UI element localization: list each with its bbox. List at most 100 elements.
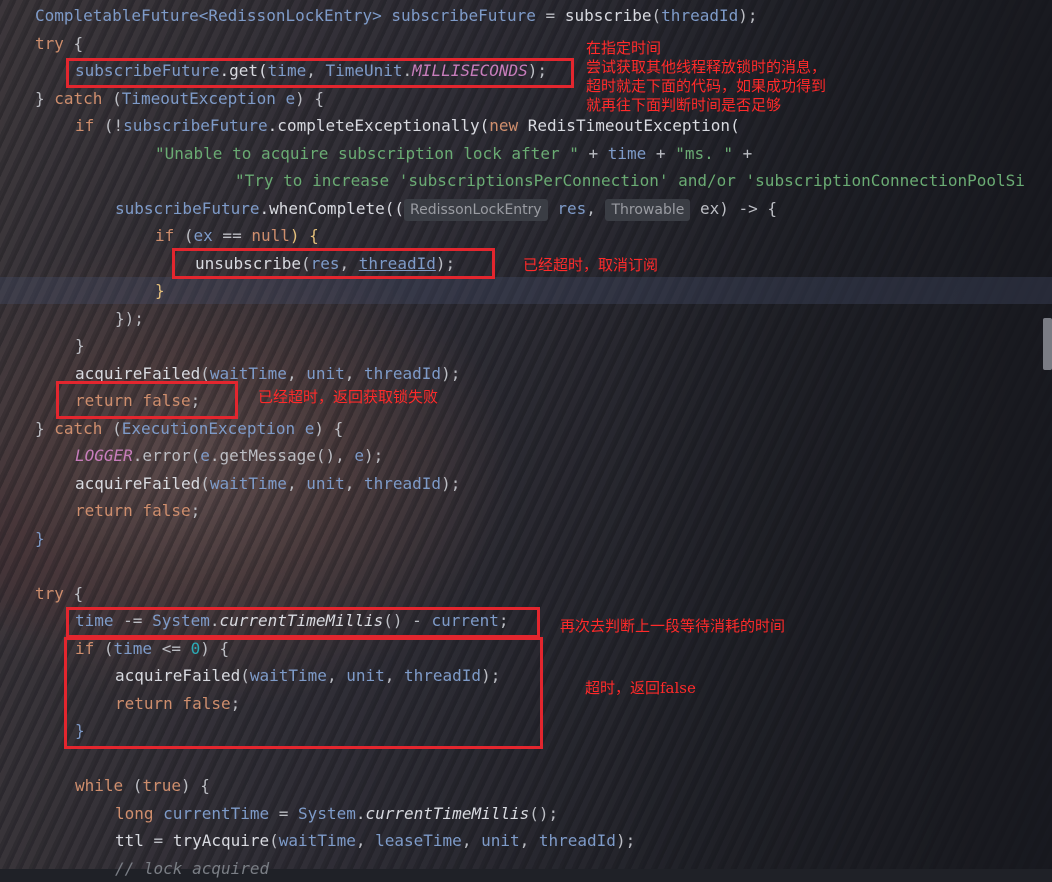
token: ) { (314, 419, 343, 438)
code-line: while (true) { (35, 772, 1052, 800)
token: acquireFailed (75, 364, 200, 383)
token: subscribeFuture (115, 199, 260, 218)
token: ); (738, 6, 757, 25)
token: , (287, 364, 306, 383)
token: ( (174, 226, 193, 245)
token: TimeoutException (122, 89, 276, 108)
token: catch (54, 89, 102, 108)
token: try (35, 584, 64, 603)
token: ) { (295, 89, 324, 108)
annotation-box-get-future (66, 58, 574, 88)
token: ( (123, 776, 142, 795)
token: ( (102, 89, 121, 108)
code-line: ttl = tryAcquire(waitTime, leaseTime, un… (35, 827, 1052, 855)
token: , (462, 831, 481, 850)
token: (); (529, 804, 558, 823)
token: unit (481, 831, 520, 850)
code-line: try { (35, 580, 1052, 608)
code-line (35, 552, 1052, 580)
token: } (35, 419, 54, 438)
token: null (251, 226, 290, 245)
token: e (305, 419, 315, 438)
token: e (354, 446, 364, 465)
token: new (489, 116, 518, 135)
code-editor[interactable]: CompletableFuture<RedissonLockEntry> sub… (35, 2, 1052, 882)
inlay-type-hint: Throwable (605, 199, 690, 221)
token: waitTime (210, 364, 287, 383)
token: ); (364, 446, 383, 465)
token: res (548, 199, 587, 218)
token: } (35, 529, 45, 548)
token: acquireFailed (75, 474, 200, 493)
code-line: }); (35, 305, 1052, 333)
token: try (35, 34, 64, 53)
token: threadId (364, 474, 441, 493)
token: catch (54, 419, 102, 438)
token: ( (269, 831, 279, 850)
token: ); (441, 364, 460, 383)
token: unit (306, 364, 345, 383)
token: System (298, 804, 356, 823)
token: tryAcquire (173, 831, 269, 850)
token: , (586, 199, 605, 218)
token: + (646, 144, 675, 163)
token: ttl (115, 831, 144, 850)
token: ) { (181, 776, 210, 795)
token: (! (94, 116, 123, 135)
token: unit (306, 474, 345, 493)
code-comment: // lock acquired (115, 859, 269, 878)
token: "ms. " (675, 144, 733, 163)
annotation-note-wait-message: 在指定时间 尝试获取其他线程释放锁时的消息， 超时就走下面的代码，如果成功得到 … (586, 39, 826, 115)
token: } (155, 281, 165, 300)
code-line: // lock acquired (35, 855, 1052, 882)
code-line: try { (35, 30, 1052, 58)
note-line: 超时就走下面的代码，如果成功得到 (586, 77, 826, 96)
token: = (144, 831, 173, 850)
token: currentTime (163, 804, 269, 823)
token: true (142, 776, 181, 795)
token: .completeExceptionally( (268, 116, 490, 135)
annotation-note-lock-failed: 已经超时，返回获取锁失败 (258, 388, 438, 407)
annotation-box-unsubscribe (172, 248, 495, 279)
token: ( (200, 474, 210, 493)
token: subscribeFuture (123, 116, 268, 135)
code-line: LOGGER.error(e.getMessage(), e); (35, 442, 1052, 470)
token: leaseTime (375, 831, 462, 850)
token: subscribe (565, 6, 652, 25)
annotation-note-time-check: 再次去判断上一段等待消耗的时间 (560, 617, 785, 636)
token: .getMessage(), (210, 446, 355, 465)
token: threadId (364, 364, 441, 383)
token: RedisTimeoutException( (518, 116, 740, 135)
token: .error( (133, 446, 200, 465)
token: "Unable to acquire subscription lock aft… (155, 144, 579, 163)
code-line: if (ex == null) { (35, 222, 1052, 250)
token: subscribeFuture (391, 6, 536, 25)
token: threadId (539, 831, 616, 850)
token: + (733, 144, 752, 163)
annotation-note-unsubscribe: 已经超时，取消订阅 (523, 256, 658, 275)
token: == (213, 226, 252, 245)
token: if (155, 226, 174, 245)
token: + (579, 144, 608, 163)
inlay-type-hint: RedissonLockEntry (404, 199, 548, 221)
token: if (75, 116, 94, 135)
token: ; (191, 501, 201, 520)
token: ); (616, 831, 635, 850)
token: threadId (661, 6, 738, 25)
token: ); (441, 474, 460, 493)
token: ex) -> { (690, 199, 777, 218)
token: , (345, 364, 364, 383)
token (154, 804, 164, 823)
note-line: 在指定时间 (586, 39, 826, 58)
annotation-note-timeout-false: 超时，返回false (585, 679, 696, 698)
code-line: acquireFailed(waitTime, unit, threadId); (35, 470, 1052, 498)
code-line: subscribeFuture.whenComplete((RedissonLo… (35, 195, 1052, 223)
token: = (269, 804, 298, 823)
token: ( (652, 6, 662, 25)
token: ( (200, 364, 210, 383)
annotation-box-timeout-check (64, 637, 543, 749)
code-line: CompletableFuture<RedissonLockEntry> sub… (35, 2, 1052, 30)
token: waitTime (210, 474, 287, 493)
token: , (287, 474, 306, 493)
token (295, 419, 305, 438)
